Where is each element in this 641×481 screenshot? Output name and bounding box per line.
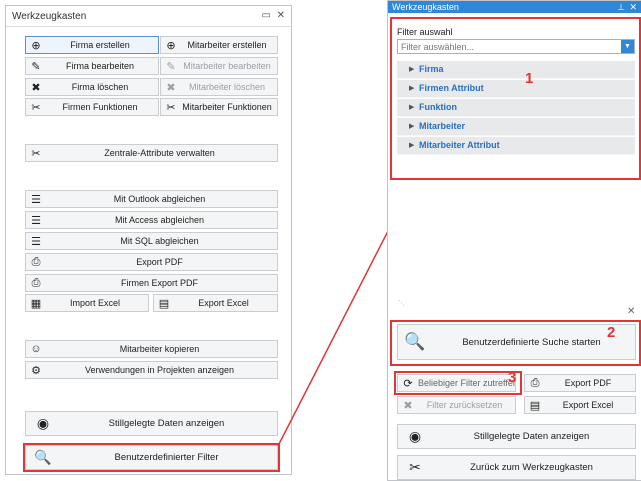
excel-export-icon: ▤ [529,399,541,412]
highlight-box-any-filter [394,371,522,395]
zurueck-werkzeugkasten-button[interactable]: ✂ Zurück zum Werkzeugkasten [397,455,636,480]
annotation-number-3: 3 [508,369,517,386]
highlight-box-search [390,320,641,366]
reset-x-icon: ✖ [403,399,413,412]
pdf-export-icon: ⎙ [530,376,540,389]
close-icon[interactable]: ✕ [629,1,637,13]
panel-title: Werkzeugkasten [392,2,459,12]
highlight-box-filter-tree [390,17,641,180]
close-icon[interactable]: ✕ [627,306,635,317]
annotation-number-2: 2 [607,324,616,341]
eye-icon: ◉ [408,428,422,444]
pin-icon[interactable]: ⊥ [617,1,625,13]
resize-grip-icon[interactable]: ⋱ [398,299,405,307]
panel-title-bar: Werkzeugkasten ⊥ ✕ [388,1,641,13]
tools-icon: ✂ [409,459,421,475]
export-excel-button[interactable]: ▤ Export Excel [524,396,636,414]
annotation-number-1: 1 [525,70,534,87]
filter-zuruecksetzen-button[interactable]: ✖ Filter zurücksetzen [397,396,516,414]
stillgelegte-daten-button[interactable]: ◉ Stillgelegte Daten anzeigen [397,424,636,449]
export-pdf-button[interactable]: ⎙ Export PDF [524,374,636,392]
